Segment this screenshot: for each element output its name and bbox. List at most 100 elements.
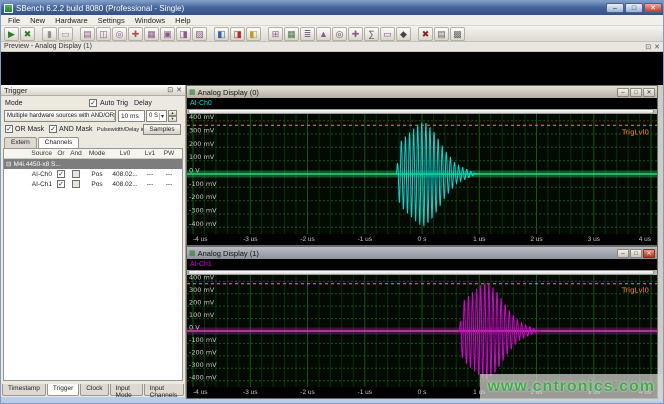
channel-bar: AI-Ch0 (187, 98, 657, 109)
svg-text:TrigLvl0: TrigLvl0 (621, 128, 649, 136)
svg-text:400 mV: 400 mV (189, 275, 215, 282)
card-settings-icon[interactable]: ▤ (80, 27, 95, 41)
io-settings-icon[interactable]: ◨ (176, 27, 191, 41)
child-window-title: Analog Display (1) (198, 249, 259, 258)
input-mode-icon[interactable]: ◫ (96, 27, 111, 41)
child-minimize-button[interactable]: – (617, 88, 629, 97)
or-checkbox[interactable]: ✓ (57, 180, 65, 188)
display-icon: ▦ (189, 249, 196, 257)
bottom-tab-input-channels[interactable]: Input Channels (144, 384, 184, 396)
child-close-button[interactable]: ✕ (643, 88, 655, 97)
and-checkbox[interactable] (72, 170, 80, 178)
stop-acquisition-icon[interactable]: ✖ (20, 27, 35, 41)
menu-new[interactable]: New (26, 16, 49, 25)
svg-text:200 mV: 200 mV (189, 140, 215, 148)
svg-text:-400 mV: -400 mV (189, 373, 217, 381)
trigger-panel-header[interactable]: Trigger ⊡ ✕ (1, 85, 185, 96)
and-mask-label: AND Mask (59, 126, 92, 133)
import-data-icon[interactable]: ◧ (246, 27, 261, 41)
application-window: SBench 6.2.2 build 8080 (Professional - … (0, 0, 664, 404)
and-mask-checkbox[interactable]: ✓ (49, 125, 57, 133)
auto-trig-label: Auto Trig (100, 100, 128, 107)
digital-display-icon[interactable]: ≣ (300, 27, 315, 41)
minimize-button[interactable]: – (606, 3, 624, 13)
title-bar[interactable]: SBench 6.2.2 build 8080 (Professional - … (1, 1, 664, 15)
svg-text:0 V: 0 V (189, 324, 200, 332)
child-maximize-button[interactable]: □ (630, 249, 642, 258)
samples-button[interactable]: Samples (143, 124, 181, 135)
menu-hardware[interactable]: Hardware (51, 16, 92, 25)
channel-settings-icon[interactable]: ▦ (144, 27, 159, 41)
app-icon (4, 4, 13, 13)
menu-file[interactable]: File (4, 16, 24, 25)
calculation-icon[interactable]: ∑ (364, 27, 379, 41)
svg-text:300 mV: 300 mV (189, 127, 215, 135)
analog-display-icon[interactable]: ▦ (284, 27, 299, 41)
table-row[interactable]: AI-Ch1✓Pos408.02...------ (4, 179, 182, 189)
window-title: SBench 6.2.2 build 8080 (Professional - … (16, 4, 184, 13)
device-group-row[interactable]: ⊟M4i.4450-x8 S... (4, 159, 182, 169)
float-panel-icon[interactable]: ⊡ (167, 86, 173, 94)
delay-field[interactable]: 0 S ▾ (146, 110, 167, 122)
memory-settings-icon[interactable]: ▣ (160, 27, 175, 41)
pause-icon[interactable]: ▮ (42, 27, 57, 41)
x-axis-label: 4 us (639, 236, 651, 243)
child-minimize-button[interactable]: – (617, 249, 629, 258)
snapshot-icon[interactable]: ◆ (396, 27, 411, 41)
zoom-icon[interactable]: ◎ (332, 27, 347, 41)
child-title-bar[interactable]: ▦ Analog Display (1) – □ ✕ (187, 247, 657, 259)
trigger-settings-icon[interactable]: ✚ (128, 27, 143, 41)
note-icon[interactable]: ▭ (380, 27, 395, 41)
spin-down-icon[interactable]: ▾ (168, 116, 177, 122)
option-settings-icon[interactable]: ▨ (192, 27, 207, 41)
x-axis-label: 0 s (418, 236, 427, 243)
child-maximize-button[interactable]: □ (630, 88, 642, 97)
single-shot-icon[interactable]: ▭ (58, 27, 73, 41)
bottom-tab-trigger[interactable]: Trigger (47, 384, 79, 396)
x-axis-label: -4 us (193, 236, 207, 243)
close-panel-icon[interactable]: ✕ (176, 86, 182, 94)
save-data-icon[interactable]: ◧ (214, 27, 229, 41)
spectrum-display-icon[interactable]: ▲ (316, 27, 331, 41)
tile-windows-icon[interactable]: ▩ (450, 27, 465, 41)
x-axis: -4 us-3 us-2 us-1 us0 s1 us2 us3 us4 us (187, 234, 657, 245)
waveform-plot[interactable]: TrigLvl0400 mV300 mV200 mV100 mV0 V-100 … (187, 275, 657, 387)
export-data-icon[interactable]: ◨ (230, 27, 245, 41)
or-checkbox[interactable]: ✓ (57, 170, 65, 178)
auto-trig-checkbox[interactable]: ✓ (89, 99, 97, 107)
menu-help[interactable]: Help (171, 16, 194, 25)
bottom-tab-timestamp[interactable]: Timestamp (2, 384, 46, 396)
auto-trig-timeout-field[interactable]: 10 ms (118, 110, 145, 122)
collapse-icon[interactable]: ⊟ (6, 160, 11, 168)
and-checkbox[interactable] (72, 180, 80, 188)
child-close-button[interactable]: ✕ (643, 249, 655, 258)
column-header-source: Source (4, 150, 54, 157)
close-button[interactable]: ✕ (644, 3, 662, 13)
tab-extern[interactable]: Extern (4, 137, 37, 148)
table-row[interactable]: AI-Ch0✓Pos408.02...------ (4, 169, 182, 179)
maximize-button[interactable]: □ (625, 3, 643, 13)
close-preview-icon[interactable]: ✕ (654, 43, 660, 51)
x-axis-label: 2 us (530, 236, 542, 243)
float-preview-icon[interactable]: ⊡ (645, 43, 651, 51)
menu-settings[interactable]: Settings (94, 16, 129, 25)
cell-pw: --- (160, 171, 178, 178)
tab-channels[interactable]: Channels (38, 137, 79, 148)
trigger-mode-select[interactable]: Multiple hardware sources with AND/OR ▾ (4, 110, 116, 122)
menu-windows[interactable]: Windows (131, 16, 169, 25)
or-mask-checkbox[interactable]: ✓ (5, 125, 13, 133)
trigger-source-tabs: ExternChannels (4, 137, 80, 148)
cascade-windows-icon[interactable]: ▤ (434, 27, 449, 41)
x-axis-label: -2 us (300, 236, 314, 243)
bottom-tab-input-mode[interactable]: Input Mode (110, 384, 143, 396)
bottom-tab-clock[interactable]: Clock (80, 384, 108, 396)
cursor-icon[interactable]: ✚ (348, 27, 363, 41)
delay-spinner[interactable]: ▴ ▾ (168, 110, 177, 122)
child-title-bar[interactable]: ▦ Analog Display (0) – □ ✕ (187, 86, 657, 98)
preview-area[interactable] (1, 52, 664, 85)
waveform-plot[interactable]: TrigLvl0400 mV300 mV200 mV100 mV0 V-100 … (187, 114, 657, 234)
new-display-icon[interactable]: ⊞ (268, 27, 283, 41)
delete-icon[interactable]: ✖ (418, 27, 433, 41)
start-acquisition-icon[interactable]: ▶ (4, 27, 19, 41)
clock-settings-icon[interactable]: ◎ (112, 27, 127, 41)
